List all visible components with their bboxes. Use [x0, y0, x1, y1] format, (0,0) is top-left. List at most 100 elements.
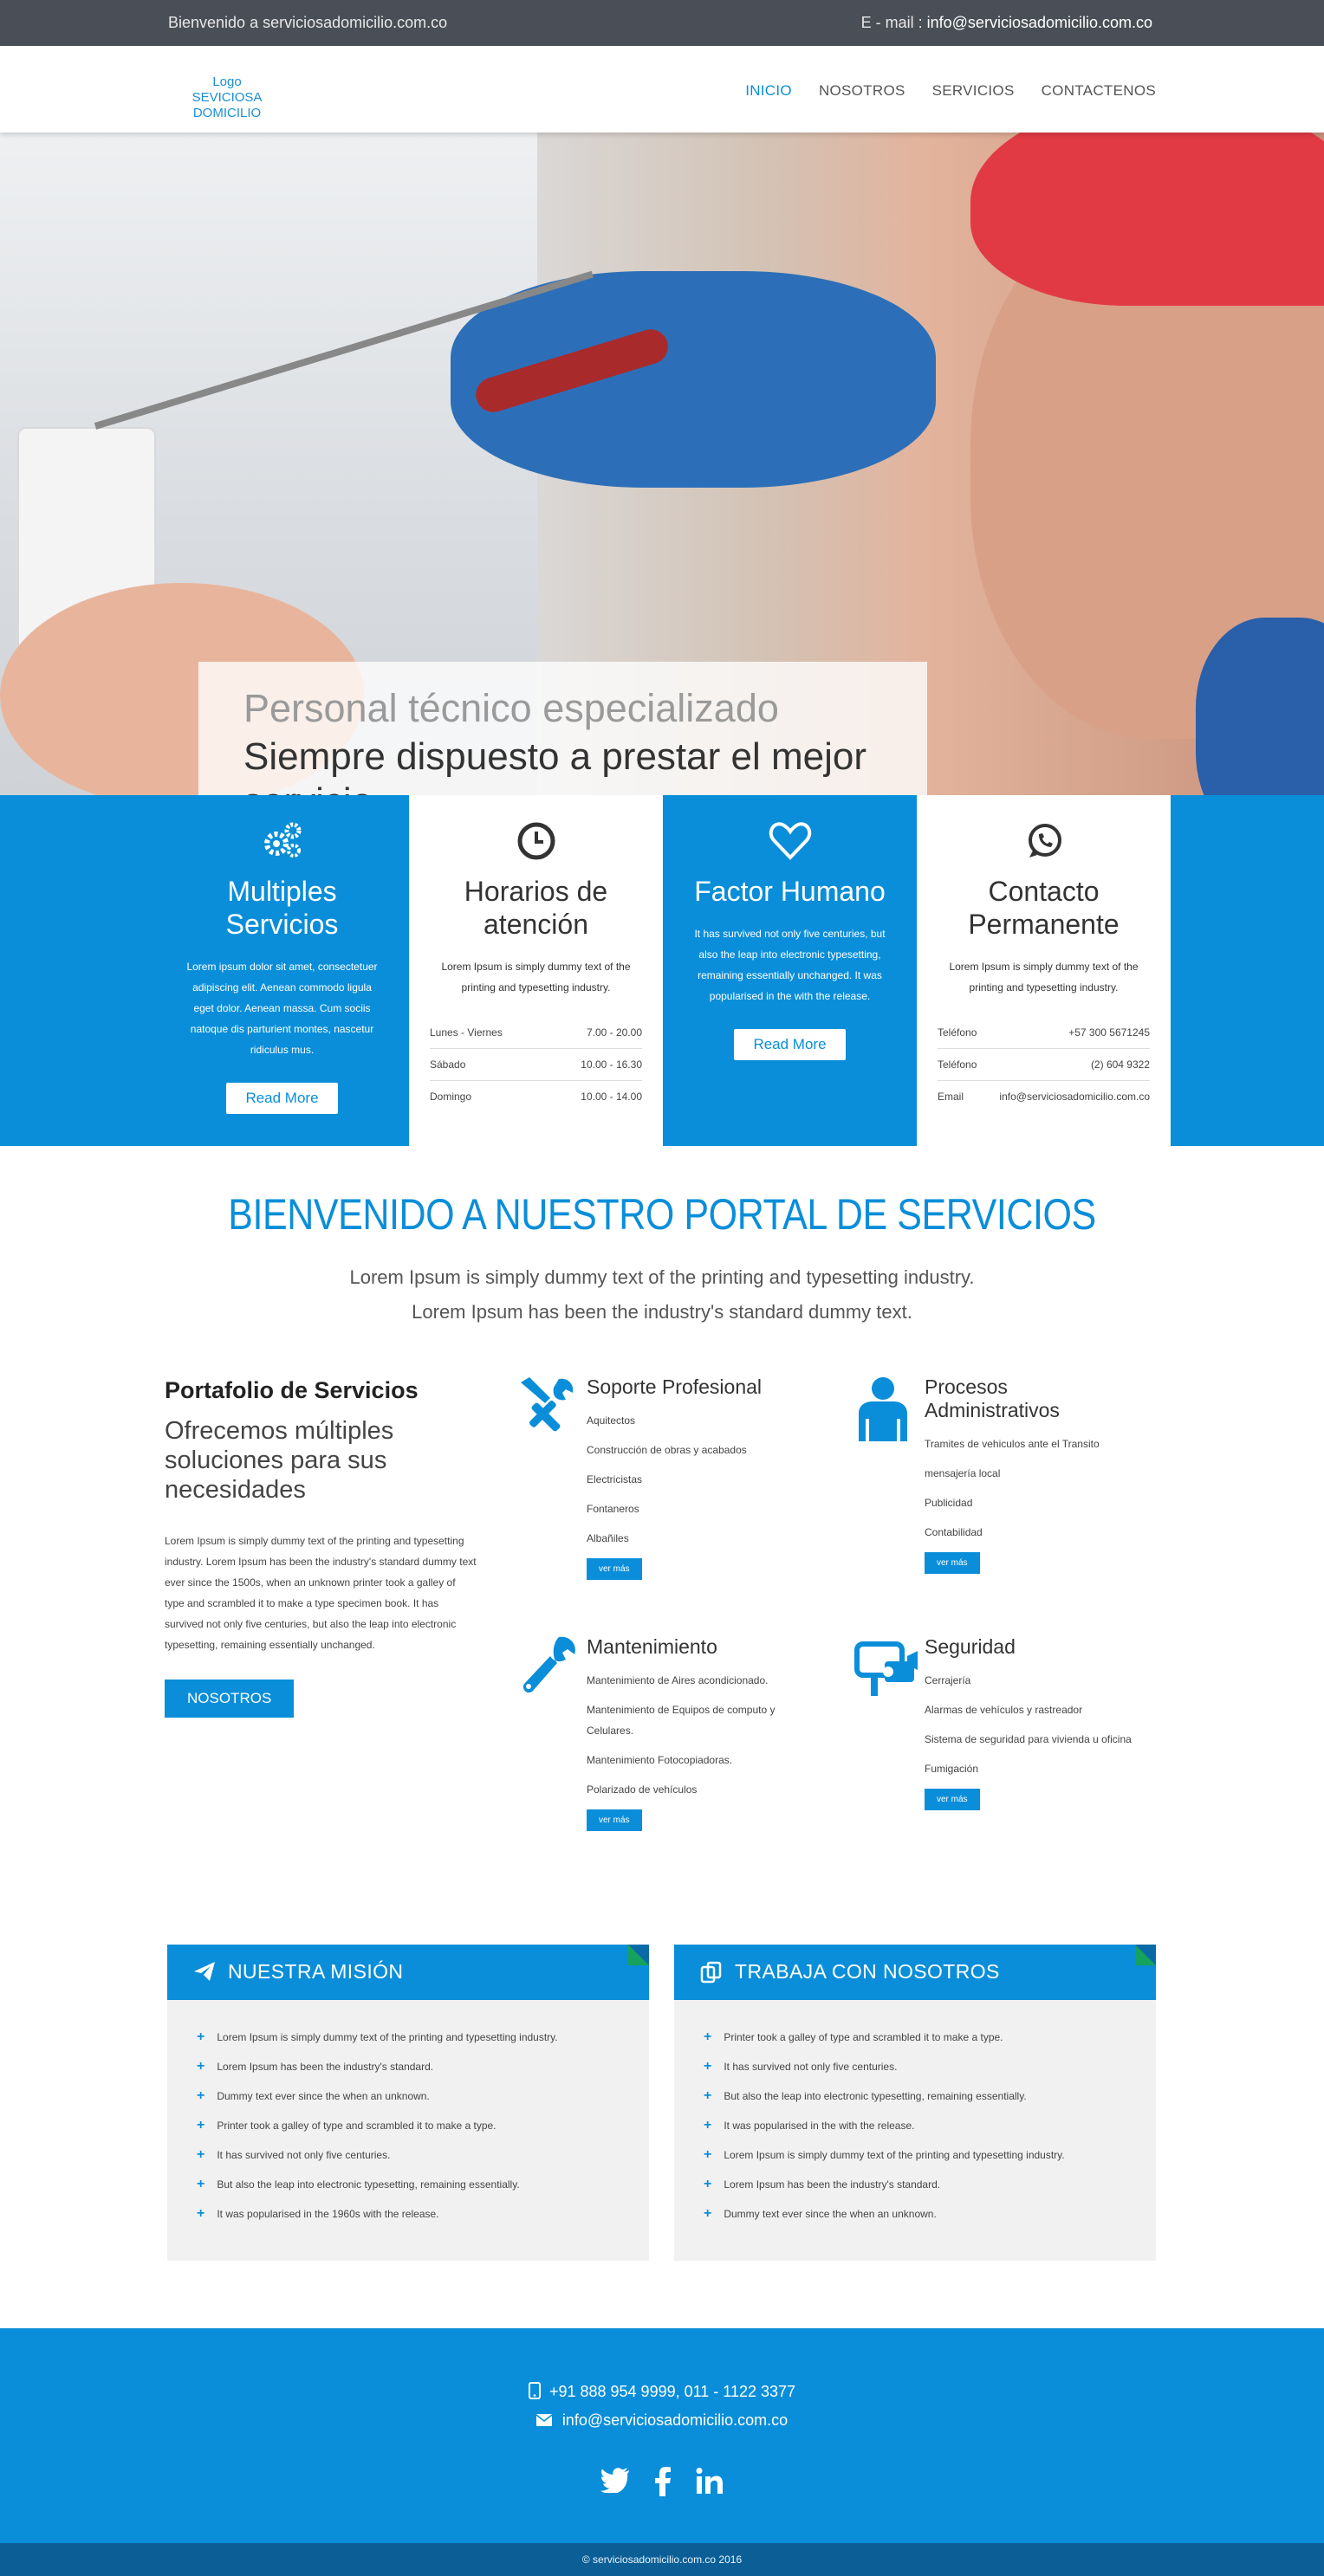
footer-email-text[interactable]: info@serviciosadomicilio.com.co	[562, 2411, 788, 2429]
portfolio-subtitle: Ofrecemos múltiples soluciones para sus …	[165, 1417, 394, 1504]
hero-arm-image	[1196, 618, 1324, 795]
ver-mas-button[interactable]: ver más	[587, 1809, 642, 1831]
table-row: Email info@serviciosadomicilio.com.co	[938, 1081, 1150, 1113]
top-email: E - mail : info@serviciosadomicilio.com.…	[861, 14, 1152, 32]
list-item: + Lorem Ipsum has been the industry's sta…	[704, 2170, 1156, 2199]
service-title: Seguridad	[925, 1635, 1016, 1658]
contact-value[interactable]: info@serviciosadomicilio.com.co	[982, 1081, 1150, 1113]
ver-mas-button[interactable]: ver más	[925, 1552, 980, 1574]
list-item: + Printer took a galley of type and scram…	[704, 2023, 1156, 2052]
feature-title: Factor Humano	[694, 876, 886, 907]
service-title: Procesos Administrativos	[925, 1375, 1060, 1421]
list-item-text: Lorem Ipsum is simply dummy text of the …	[217, 2031, 558, 2043]
welcome-heading: BIENVENIDO A NUESTRO PORTAL DE SERVICIOS	[228, 1190, 1096, 1239]
feature-title: Horarios de atención	[464, 876, 608, 940]
list-item: + Dummy text ever since the when an unkno…	[197, 2081, 649, 2111]
linkedin-icon[interactable]	[696, 2467, 724, 2501]
read-more-button[interactable]: Read More	[226, 1083, 338, 1114]
hero-title: Siempre dispuesto a prestar el mejor ser…	[243, 735, 866, 795]
list-item: mensajería local	[925, 1467, 1001, 1479]
hero-subtitle: Personal técnico especializado	[243, 686, 779, 730]
footer-email: info@serviciosadomicilio.com.co	[0, 2411, 1324, 2430]
contact-value[interactable]: +57 300 5671245	[981, 1017, 1150, 1049]
panel-nuestra-mision: NUESTRA MISIÓN + Lorem Ipsum is simply du…	[167, 1945, 649, 2261]
paper-plane-icon	[193, 1961, 216, 1987]
plus-icon: +	[197, 2118, 205, 2133]
list-item: Publicidad	[925, 1497, 973, 1509]
plus-icon: +	[197, 2059, 205, 2074]
feature-horarios: Horarios de atención Lorem Ipsum is simp…	[409, 795, 663, 1146]
contact-value[interactable]: (2) 604 9322	[981, 1048, 1150, 1081]
list-item: + It has survived not only five centuries…	[197, 2140, 649, 2170]
service-list: Aquitectos Construcción de obras y acaba…	[587, 1406, 802, 1553]
nav-item-inicio[interactable]: INICIO	[745, 82, 792, 100]
list-item-text: Lorem Ipsum has been the industry's stan…	[724, 2178, 941, 2191]
plus-icon: +	[197, 2177, 205, 2191]
site-logo[interactable]: Logo SEVICIOSA DOMICILIO	[178, 74, 276, 121]
list-item-text: Lorem Ipsum has been the industry's stan…	[217, 2061, 434, 2073]
nav-item-contactenos[interactable]: CONTACTENOS	[1042, 82, 1156, 100]
feature-text: Lorem ipsum dolor sit amet, consectetuer…	[186, 961, 378, 1056]
list-item: + It has survived not only five centuries…	[704, 2052, 1156, 2081]
welcome-text: Bienvenido a serviciosadomicilio.com.co	[168, 14, 448, 31]
nosotros-button[interactable]: NOSOTROS	[165, 1680, 295, 1718]
service-list: Cerrajería Alarmas de vehículos y rastre…	[925, 1666, 1139, 1783]
whatsapp-icon	[938, 821, 1150, 861]
portfolio-text: Lorem Ipsum is simply dummy text of the …	[165, 1535, 477, 1651]
panel-header: NUESTRA MISIÓN	[167, 1945, 649, 2000]
twitter-icon[interactable]	[600, 2467, 630, 2501]
plus-icon: +	[704, 2029, 712, 2044]
list-item-text: Dummy text ever since the when an unknow…	[217, 2090, 430, 2102]
feature-text: Lorem Ipsum is simply dummy text of the …	[949, 961, 1139, 994]
service-list: Mantenimiento de Aires acondicionado. Ma…	[587, 1666, 802, 1804]
table-row: Lunes - Viernes 7.00 - 20.00	[430, 1017, 642, 1049]
schedule-day: Lunes - Viernes	[430, 1017, 545, 1049]
ver-mas-button[interactable]: ver más	[925, 1789, 980, 1810]
footer-phone-text[interactable]: +91 888 954 9999, 011 - 1122 3377	[549, 2383, 795, 2400]
service-body: Seguridad Cerrajería Alarmas de vehículo…	[925, 1635, 1139, 1810]
table-row: Domingo 10.00 - 14.00	[430, 1081, 642, 1113]
plus-icon: +	[704, 2206, 712, 2221]
list-item-text: Lorem Ipsum is simply dummy text of the …	[724, 2149, 1065, 2161]
service-body: Soporte Profesional Aquitectos Construcc…	[587, 1375, 802, 1580]
facebook-icon[interactable]	[654, 2467, 672, 2501]
mobile-phone-icon	[528, 2382, 549, 2400]
list-item-text: Printer took a galley of type and scramb…	[217, 2120, 497, 2132]
schedule-table: Lunes - Viernes 7.00 - 20.00 Sábado 10.00 …	[430, 1017, 642, 1112]
list-item-text: But also the leap into electronic typese…	[217, 2178, 520, 2191]
list-item: Tramites de vehiculos ante el Transito	[925, 1438, 1100, 1450]
nav-item-servicios[interactable]: SERVICIOS	[932, 82, 1015, 100]
nav-item-nosotros[interactable]: NOSOTROS	[819, 82, 905, 100]
navbar: Logo SEVICIOSA DOMICILIO INICIO NOSOTROS…	[0, 46, 1324, 133]
list-item: Electricistas	[587, 1473, 643, 1485]
feature-text: Lorem Ipsum is simply dummy text of the …	[441, 961, 631, 994]
list-item-text: It was popularised in the 1960s with the…	[217, 2208, 439, 2220]
list-item-text: It was popularised in the with the relea…	[724, 2120, 915, 2132]
service-body: Mantenimiento Mantenimiento de Aires aco…	[587, 1635, 802, 1831]
feature-title: Contacto Permanente	[968, 876, 1120, 940]
service-seguridad: Seguridad Cerrajería Alarmas de vehículo…	[853, 1635, 1139, 1810]
top-email-link[interactable]: info@serviciosadomicilio.com.co	[927, 14, 1152, 31]
service-list: Tramites de vehiculos ante el Transito m…	[925, 1429, 1139, 1547]
list-item: Construcción de obras y acabados	[587, 1444, 747, 1456]
list-item: Fumigación	[925, 1763, 979, 1775]
panel-title: NUESTRA MISIÓN	[228, 1960, 404, 1983]
list-item-text: Dummy text ever since the when an unknow…	[724, 2208, 937, 2220]
main-nav: INICIO NOSOTROS SERVICIOS CONTACTENOS	[745, 82, 1156, 100]
schedule-hours: 7.00 - 20.00	[544, 1017, 642, 1049]
panel-trabaja-con-nosotros: TRABAJA CON NOSOTROS + Printer took a gal…	[674, 1945, 1156, 2261]
portfolio-title: Portafolio de Servicios	[165, 1377, 419, 1403]
plus-icon: +	[197, 2088, 205, 2103]
panel-header: TRABAJA CON NOSOTROS	[674, 1945, 1156, 2000]
list-item: + But also the leap into electronic types…	[704, 2081, 1156, 2111]
plus-icon: +	[704, 2177, 712, 2191]
plus-icon: +	[704, 2118, 712, 2133]
portfolio-section: Portafolio de Servicios Ofrecemos múltip…	[165, 1377, 477, 1718]
welcome-line-2: Lorem Ipsum has been the industry's stan…	[412, 1301, 912, 1323]
plus-icon: +	[704, 2088, 712, 2103]
service-body: Procesos Administrativos Tramites de veh…	[925, 1375, 1139, 1574]
read-more-button[interactable]: Read More	[734, 1029, 846, 1060]
ver-mas-button[interactable]: ver más	[587, 1558, 642, 1580]
list-item-text: It has survived not only five centuries.	[724, 2061, 898, 2073]
list-item: + Dummy text ever since the when an unkno…	[704, 2199, 1156, 2229]
